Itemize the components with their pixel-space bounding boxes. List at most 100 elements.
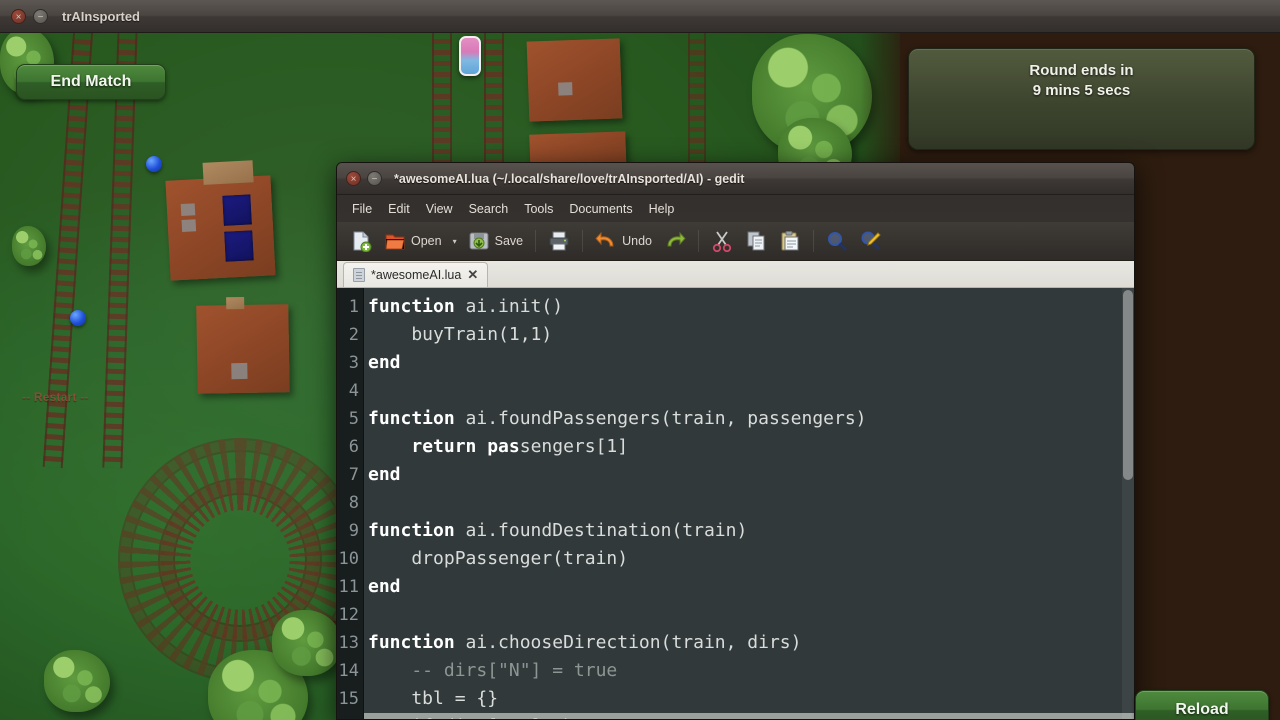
gedit-tabbar: *awesomeAI.lua ✕ [337,261,1134,288]
copy-button[interactable] [740,227,772,255]
line-number: 9 [348,521,359,541]
line-number: 13 [338,633,359,653]
line-number: 1 [348,297,359,317]
code-line[interactable]: tbl = {} [364,685,1134,713]
gedit-close-glyph: × [350,174,357,185]
toolbar-separator [535,230,537,252]
menu-help[interactable]: Help [642,199,682,219]
redo-button[interactable] [659,227,691,255]
code-line[interactable]: function ai.foundDestination(train) [364,517,1134,545]
end-match-button[interactable]: End Match [16,64,166,100]
paste-button[interactable] [774,227,806,255]
open-button-label: Open [411,234,442,248]
line-number: 2 [348,325,359,345]
line-number: 7 [348,465,359,485]
tree [272,610,342,676]
code-line[interactable]: -- dirs["N"] = true [364,657,1134,685]
os-window-title: trAInsported [62,8,140,24]
line-number: 15 [338,689,359,709]
open-dropdown-caret-icon[interactable]: ▾ [449,237,461,246]
passenger-marker[interactable] [70,310,86,326]
screen: -- Restart -- End Match Round ends in 9 … [0,0,1280,720]
code-line[interactable]: dropPassenger(train) [364,545,1134,573]
reload-button[interactable]: Reload [1135,690,1269,720]
menu-search[interactable]: Search [462,199,516,219]
redo-icon [667,231,686,247]
menu-view[interactable]: View [419,199,460,219]
tab-awesomeai-lua[interactable]: *awesomeAI.lua ✕ [343,262,489,287]
find-button[interactable] [821,227,853,255]
round-timer-line1: Round ends in [1029,62,1134,79]
toolbar-separator [698,230,699,252]
passenger-marker[interactable] [146,156,162,172]
code-line[interactable]: end [364,573,1134,601]
editor-scrollbar[interactable] [1122,288,1134,719]
copy-icon [747,231,765,251]
code-line[interactable] [364,489,1134,517]
line-number-gutter: 12345678910111213141516 [337,288,364,719]
save-icon [469,232,489,250]
tree [44,650,110,712]
code-area[interactable]: function ai.init() buyTrain(1,1) end funct… [364,288,1134,719]
line-number: 14 [338,661,359,681]
cut-button[interactable] [706,227,738,255]
new-document-button[interactable] [345,227,377,255]
code-line[interactable] [364,377,1134,405]
editor-scrollbar-thumb[interactable] [1123,290,1133,480]
os-titlebar: × − trAInsported [0,0,1280,33]
print-button[interactable] [543,227,575,255]
tab-label: *awesomeAI.lua [371,268,462,282]
gedit-minimize-glyph: − [371,174,378,185]
undo-icon [595,231,614,247]
minimize-glyph: − [37,11,44,23]
save-button[interactable]: Save [463,227,529,255]
building [165,160,276,281]
building [196,296,290,394]
minimize-icon[interactable]: − [33,8,48,24]
replace-button[interactable] [855,227,887,255]
new-document-icon [353,231,372,252]
print-icon [549,231,569,251]
code-editor[interactable]: 12345678910111213141516 function ai.init… [337,288,1134,719]
line-number: 16 [337,713,363,719]
line-number: 3 [348,353,359,373]
gedit-toolbar: Open ▾ Save Undo [337,222,1134,261]
line-number: 5 [348,409,359,429]
menu-edit[interactable]: Edit [381,199,417,219]
undo-button-label: Undo [622,234,652,248]
gedit-window-title: *awesomeAI.lua (~/.local/share/love/trAI… [394,171,745,186]
gedit-titlebar: × − *awesomeAI.lua (~/.local/share/love/… [337,163,1134,195]
toolbar-separator [813,230,814,252]
building [526,38,623,122]
code-line[interactable]: if dirs["N"] then [364,713,1134,719]
code-line[interactable]: function ai.chooseDirection(train, dirs) [364,629,1134,657]
train-unit[interactable] [459,36,481,76]
tab-close-icon[interactable]: ✕ [467,267,478,283]
gedit-close-icon[interactable]: × [346,171,361,186]
round-timer-panel: Round ends in 9 mins 5 secs [908,48,1255,150]
code-line[interactable] [364,601,1134,629]
close-icon[interactable]: × [11,8,26,24]
replace-icon [861,231,881,251]
cut-icon [712,231,732,252]
code-line[interactable]: return passengers[1] [364,433,1134,461]
document-icon [353,268,365,282]
menu-file[interactable]: File [345,199,379,219]
gedit-window[interactable]: × − *awesomeAI.lua (~/.local/share/love/… [336,162,1135,720]
code-line[interactable]: end [364,461,1134,489]
paste-icon [781,231,799,251]
open-icon [385,234,405,250]
line-number: 12 [338,605,359,625]
gedit-minimize-icon[interactable]: − [367,171,382,186]
code-line[interactable]: buyTrain(1,1) [364,321,1134,349]
line-number: 8 [348,493,359,513]
code-line[interactable]: function ai.init() [364,293,1134,321]
undo-button[interactable]: Undo [590,227,657,255]
open-button[interactable]: Open [379,227,447,255]
code-line[interactable]: end [364,349,1134,377]
code-line[interactable]: function ai.foundPassengers(train, passe… [364,405,1134,433]
restart-label[interactable]: -- Restart -- [22,390,89,404]
menu-documents[interactable]: Documents [562,199,639,219]
find-icon [828,232,848,252]
menu-tools[interactable]: Tools [517,199,560,219]
